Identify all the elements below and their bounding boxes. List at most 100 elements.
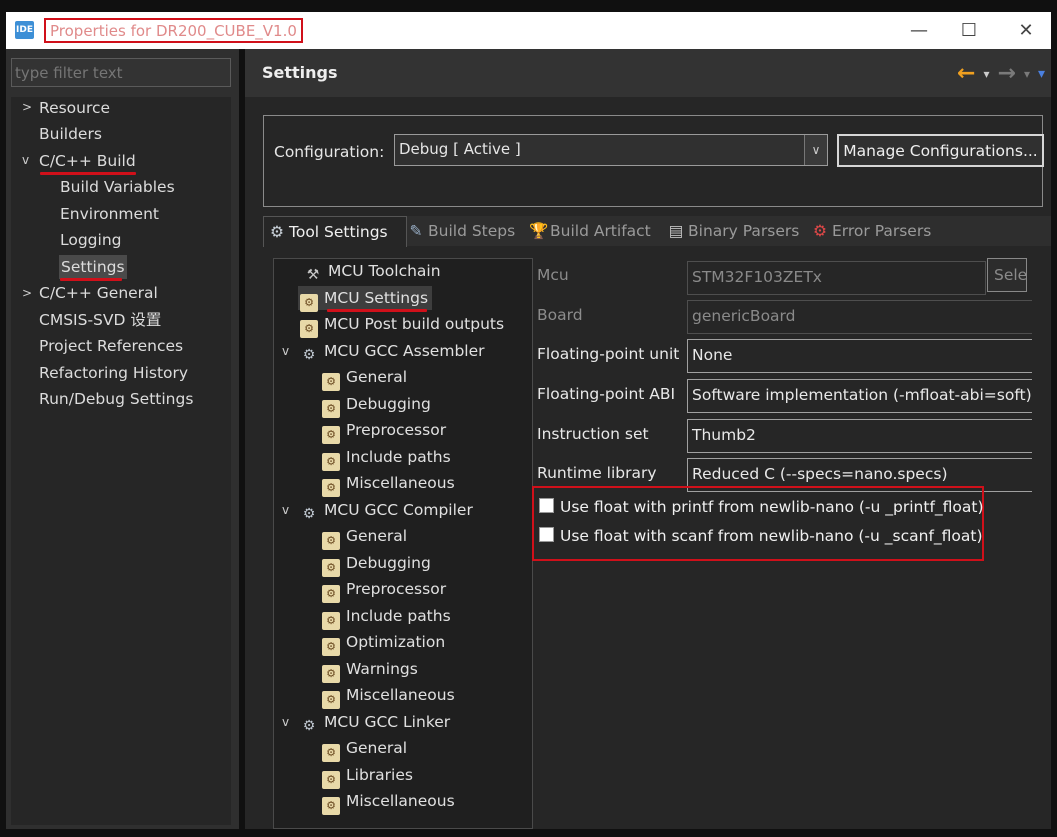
chevron-right-icon[interactable]: > xyxy=(22,281,32,305)
view-menu-icon[interactable]: ▾ xyxy=(1038,66,1045,82)
tree-item-cpp-build[interactable]: C/C++ Build xyxy=(39,149,136,173)
mcu-label: Mcu xyxy=(537,266,569,284)
page-title: Settings xyxy=(262,63,338,82)
tree-label: MCU GCC Assembler xyxy=(324,342,485,360)
tree-label: Miscellaneous xyxy=(346,686,455,704)
tab-build-artifact[interactable]: 🏆 Build Artifact xyxy=(525,216,651,246)
tree-item-logging[interactable]: Logging xyxy=(60,228,122,252)
tree-item-build-variables[interactable]: Build Variables xyxy=(60,175,175,199)
checkbox-label: Use float with scanf from newlib-nano (-… xyxy=(560,527,983,545)
tab-label: Build Artifact xyxy=(550,222,651,240)
tree-item-assembler-general[interactable]: ⚙ General xyxy=(322,365,407,391)
tree-item-mcu-settings[interactable]: ⚙ MCU Settings xyxy=(298,286,433,312)
chevron-down-icon[interactable]: v xyxy=(22,148,29,172)
tree-label: Miscellaneous xyxy=(346,474,455,492)
scanf-float-checkbox[interactable]: Use float with scanf from newlib-nano (-… xyxy=(539,527,983,545)
fpabi-select[interactable]: Software implementation (-mfloat-abi=sof… xyxy=(687,379,1032,413)
configuration-group: Configuration: Debug [ Active ] ∨ Manage… xyxy=(263,115,1044,207)
tab-binary-parsers[interactable]: ▤ Binary Parsers xyxy=(663,216,800,246)
tree-item-assembler-miscellaneous[interactable]: ⚙ Miscellaneous xyxy=(322,471,455,497)
settings-page-icon: ⚙ xyxy=(322,453,340,471)
settings-tabs: ⚙ Tool Settings ✎ Build Steps 🏆 Build Artif… xyxy=(263,216,1051,247)
board-label: Board xyxy=(537,306,583,324)
build-steps-icon: ✎ xyxy=(409,222,423,240)
tree-label: Include paths xyxy=(346,448,451,466)
back-dropdown-icon[interactable]: ▾ xyxy=(983,67,989,81)
forward-dropdown-icon[interactable]: ▾ xyxy=(1024,67,1030,81)
configuration-select[interactable]: Debug [ Active ] ∨ xyxy=(394,134,828,166)
settings-page-icon: ⚙ xyxy=(322,479,340,497)
printf-float-checkbox[interactable]: Use float with printf from newlib-nano (… xyxy=(539,498,984,516)
chevron-right-icon[interactable]: > xyxy=(22,95,32,119)
chevron-down-icon[interactable]: ∨ xyxy=(804,135,827,165)
instruction-set-select[interactable]: Thumb2 xyxy=(687,419,1032,453)
tree-item-environment[interactable]: Environment xyxy=(60,202,159,226)
fpu-select[interactable]: None xyxy=(687,339,1032,373)
settings-page: Settings ← ▾ → ▾ ▾ Configuration: Debug … xyxy=(245,49,1051,829)
tab-error-parsers[interactable]: ⚙ Error Parsers xyxy=(807,216,931,246)
tree-item-resource[interactable]: Resource xyxy=(39,96,110,120)
chevron-down-icon[interactable]: v xyxy=(282,710,289,734)
tree-item-cmsis-svd[interactable]: CMSIS-SVD 设置 xyxy=(39,308,161,332)
tab-label: Tool Settings xyxy=(289,223,388,241)
ide-app-icon: IDE xyxy=(15,21,34,39)
settings-page-icon: ⚙ xyxy=(322,797,340,815)
back-arrow-icon[interactable]: ← xyxy=(957,61,975,86)
settings-page-icon: ⚙ xyxy=(322,665,340,683)
tree-item-mcu-gcc-compiler[interactable]: ⚙ MCU GCC Compiler xyxy=(300,498,473,522)
filter-input[interactable] xyxy=(11,58,231,87)
fpu-label: Floating-point unit xyxy=(537,345,680,363)
tree-item-compiler-debugging[interactable]: ⚙ Debugging xyxy=(322,551,431,577)
binary-parsers-icon: ▤ xyxy=(668,222,684,240)
tree-item-linker-general[interactable]: ⚙ General xyxy=(322,736,407,762)
tree-item-compiler-optimization[interactable]: ⚙ Optimization xyxy=(322,630,445,656)
instruction-set-label: Instruction set xyxy=(537,425,649,443)
tree-item-compiler-miscellaneous[interactable]: ⚙ Miscellaneous xyxy=(322,683,455,709)
settings-header: Settings ← ▾ → ▾ ▾ xyxy=(245,49,1051,97)
gear-icon: ⚙ xyxy=(270,223,284,241)
tree-item-mcu-gcc-assembler[interactable]: ⚙ MCU GCC Assembler xyxy=(300,339,485,363)
tree-item-assembler-include-paths[interactable]: ⚙ Include paths xyxy=(322,445,451,471)
settings-page-icon: ⚙ xyxy=(322,691,340,709)
tree-item-refactoring-history[interactable]: Refactoring History xyxy=(39,361,188,385)
board-field: genericBoard xyxy=(687,300,1032,334)
tree-item-assembler-debugging[interactable]: ⚙ Debugging xyxy=(322,392,431,418)
tree-item-builders[interactable]: Builders xyxy=(39,122,102,146)
tree-label: MCU GCC Linker xyxy=(324,713,451,731)
chevron-down-icon[interactable]: v xyxy=(282,498,289,522)
select-mcu-button[interactable]: Sele xyxy=(987,258,1027,292)
manage-configurations-button[interactable]: Manage Configurations... xyxy=(837,134,1044,167)
chevron-down-icon[interactable]: v xyxy=(282,339,289,363)
tree-item-compiler-general[interactable]: ⚙ General xyxy=(322,524,407,550)
checkbox-box[interactable] xyxy=(539,527,554,542)
close-button[interactable]: ✕ xyxy=(1008,16,1044,44)
error-parsers-icon: ⚙ xyxy=(813,222,827,240)
tree-item-run-debug-settings[interactable]: Run/Debug Settings xyxy=(39,387,193,411)
checkbox-label: Use float with printf from newlib-nano (… xyxy=(560,498,984,516)
settings-page-icon: ⚙ xyxy=(322,532,340,550)
tree-item-settings[interactable]: Settings xyxy=(59,255,127,279)
tree-label: MCU Post build outputs xyxy=(324,315,505,333)
tab-build-steps[interactable]: ✎ Build Steps xyxy=(403,216,516,246)
tree-item-compiler-warnings[interactable]: ⚙ Warnings xyxy=(322,657,418,683)
tree-item-mcu-post-build-outputs[interactable]: ⚙ MCU Post build outputs xyxy=(300,312,505,338)
gear-icon: ⚙ xyxy=(302,506,316,522)
checkbox-box[interactable] xyxy=(539,498,554,513)
tree-item-project-references[interactable]: Project References xyxy=(39,334,183,358)
window-title: Properties for DR200_CUBE_V1.0 xyxy=(44,18,303,43)
tree-item-mcu-gcc-linker[interactable]: ⚙ MCU GCC Linker xyxy=(300,710,450,734)
maximize-button[interactable]: ☐ xyxy=(951,16,987,44)
tab-tool-settings[interactable]: ⚙ Tool Settings xyxy=(263,216,407,247)
tree-item-linker-miscellaneous[interactable]: ⚙ Miscellaneous xyxy=(322,789,455,815)
tree-item-assembler-preprocessor[interactable]: ⚙ Preprocessor xyxy=(322,418,446,444)
tree-item-linker-libraries[interactable]: ⚙ Libraries xyxy=(322,763,413,789)
tree-item-cpp-general[interactable]: C/C++ General xyxy=(39,281,158,305)
tree-item-compiler-include-paths[interactable]: ⚙ Include paths xyxy=(322,604,451,630)
settings-page-icon: ⚙ xyxy=(322,559,340,577)
tree-item-compiler-preprocessor[interactable]: ⚙ Preprocessor xyxy=(322,577,446,603)
minimize-button[interactable]: — xyxy=(901,16,937,44)
settings-page-icon: ⚙ xyxy=(322,400,340,418)
tree-item-mcu-toolchain[interactable]: ⚒ MCU Toolchain xyxy=(304,259,441,283)
tree-label: Libraries xyxy=(346,766,413,784)
forward-arrow-icon[interactable]: → xyxy=(998,61,1016,86)
